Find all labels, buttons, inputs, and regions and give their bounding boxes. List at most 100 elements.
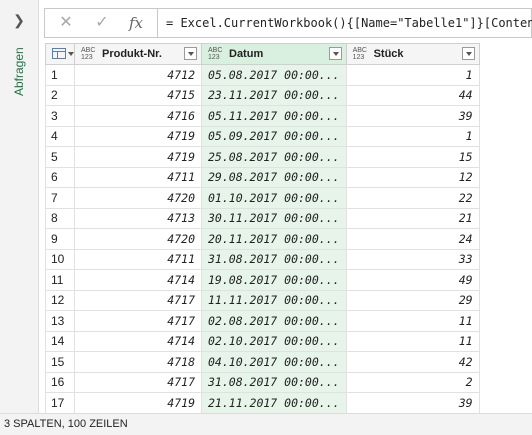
- cell-stueck[interactable]: 33: [345, 248, 480, 270]
- cell-stueck[interactable]: 29: [345, 289, 480, 311]
- column-header-produkt-nr[interactable]: ABC 123 Produkt-Nr.: [74, 43, 202, 65]
- filter-dropdown-button[interactable]: [461, 47, 475, 60]
- cell-produkt-nr[interactable]: 4711: [74, 166, 202, 188]
- cell-produkt-nr[interactable]: 4717: [74, 371, 202, 393]
- cell-stueck[interactable]: 1: [345, 125, 480, 147]
- cell-stueck[interactable]: 44: [345, 84, 480, 106]
- table-row[interactable]: 15 4718 04.10.2017 00:00... 42: [45, 351, 480, 373]
- cell-stueck[interactable]: 39: [345, 105, 480, 127]
- row-number[interactable]: 8: [45, 207, 75, 229]
- cell-produkt-nr[interactable]: 4720: [74, 187, 202, 209]
- cell-produkt-nr[interactable]: 4715: [74, 84, 202, 106]
- table-row[interactable]: 5 4719 25.08.2017 00:00... 15: [45, 146, 480, 168]
- row-number[interactable]: 12: [45, 289, 75, 311]
- cell-produkt-nr[interactable]: 4718: [74, 351, 202, 373]
- filter-dropdown-button[interactable]: [184, 47, 197, 60]
- row-number[interactable]: 2: [45, 84, 75, 106]
- cell-produkt-nr[interactable]: 4711: [74, 248, 202, 270]
- table-row[interactable]: 17 4719 21.11.2017 00:00... 39: [45, 392, 480, 413]
- cell-datum[interactable]: 30.11.2017 00:00...: [201, 207, 347, 229]
- cell-datum[interactable]: 04.10.2017 00:00...: [201, 351, 347, 373]
- cell-produkt-nr[interactable]: 4714: [74, 330, 202, 352]
- cell-datum[interactable]: 02.10.2017 00:00...: [201, 330, 347, 352]
- formula-input[interactable]: = Excel.CurrentWorkbook(){[Name="Tabelle…: [166, 16, 532, 30]
- cell-datum[interactable]: 21.11.2017 00:00...: [201, 392, 347, 413]
- type-any-icon: ABC 123: [81, 47, 96, 61]
- table-row[interactable]: 6 4711 29.08.2017 00:00... 12: [45, 166, 480, 188]
- cell-stueck[interactable]: 15: [345, 146, 480, 168]
- cell-produkt-nr[interactable]: 4719: [74, 125, 202, 147]
- cell-datum[interactable]: 19.08.2017 00:00...: [201, 269, 347, 291]
- cell-stueck[interactable]: 21: [345, 207, 480, 229]
- cell-stueck[interactable]: 11: [345, 310, 480, 332]
- cell-produkt-nr[interactable]: 4714: [74, 269, 202, 291]
- cell-stueck[interactable]: 24: [345, 228, 480, 250]
- row-number[interactable]: 17: [45, 392, 75, 413]
- cell-stueck[interactable]: 49: [345, 269, 480, 291]
- row-number[interactable]: 5: [45, 146, 75, 168]
- table-row[interactable]: 9 4720 20.11.2017 00:00... 24: [45, 228, 480, 250]
- column-label: Stück: [373, 48, 404, 60]
- table-row[interactable]: 2 4715 23.11.2017 00:00... 44: [45, 84, 480, 106]
- cell-datum[interactable]: 02.08.2017 00:00...: [201, 310, 347, 332]
- row-number[interactable]: 4: [45, 125, 75, 147]
- cell-produkt-nr[interactable]: 4719: [74, 392, 202, 413]
- cell-produkt-nr[interactable]: 4716: [74, 105, 202, 127]
- cell-stueck[interactable]: 11: [345, 330, 480, 352]
- cell-datum[interactable]: 31.08.2017 00:00...: [201, 371, 347, 393]
- column-header-datum[interactable]: ABC 123 Datum: [201, 43, 347, 65]
- queries-pane-toggle[interactable]: Abfragen: [10, 46, 26, 106]
- cancel-formula-button[interactable]: ✕: [55, 13, 77, 33]
- row-number[interactable]: 11: [45, 269, 75, 291]
- row-number[interactable]: 16: [45, 371, 75, 393]
- table-row[interactable]: 1 4712 05.08.2017 00:00... 1: [45, 64, 480, 86]
- row-number[interactable]: 7: [45, 187, 75, 209]
- table-menu-button[interactable]: [45, 43, 75, 65]
- row-number[interactable]: 1: [45, 64, 75, 86]
- cell-produkt-nr[interactable]: 4717: [74, 310, 202, 332]
- cell-datum[interactable]: 20.11.2017 00:00...: [201, 228, 347, 250]
- table-row[interactable]: 8 4713 30.11.2017 00:00... 21: [45, 207, 480, 229]
- table-row[interactable]: 16 4717 31.08.2017 00:00... 2: [45, 371, 480, 393]
- cell-produkt-nr[interactable]: 4717: [74, 289, 202, 311]
- expand-chevron-icon[interactable]: ❯: [12, 13, 26, 27]
- row-number[interactable]: 13: [45, 310, 75, 332]
- table-row[interactable]: 12 4717 11.11.2017 00:00... 29: [45, 289, 480, 311]
- row-number[interactable]: 10: [45, 248, 75, 270]
- cell-datum[interactable]: 11.11.2017 00:00...: [201, 289, 347, 311]
- table-row[interactable]: 4 4719 05.09.2017 00:00... 1: [45, 125, 480, 147]
- cell-stueck[interactable]: 12: [345, 166, 480, 188]
- cell-stueck[interactable]: 22: [345, 187, 480, 209]
- cell-datum[interactable]: 05.08.2017 00:00...: [201, 64, 347, 86]
- cell-datum[interactable]: 25.08.2017 00:00...: [201, 146, 347, 168]
- cell-datum[interactable]: 05.09.2017 00:00...: [201, 125, 347, 147]
- column-header-stueck[interactable]: ABC 123 Stück: [345, 43, 480, 65]
- cell-stueck[interactable]: 1: [345, 64, 480, 86]
- filter-dropdown-button[interactable]: [328, 47, 342, 60]
- table-row[interactable]: 3 4716 05.11.2017 00:00... 39: [45, 105, 480, 127]
- cell-stueck[interactable]: 2: [345, 371, 480, 393]
- table-row[interactable]: 14 4714 02.10.2017 00:00... 11: [45, 330, 480, 352]
- cell-stueck[interactable]: 39: [345, 392, 480, 413]
- cell-produkt-nr[interactable]: 4720: [74, 228, 202, 250]
- row-number[interactable]: 15: [45, 351, 75, 373]
- cell-datum[interactable]: 31.08.2017 00:00...: [201, 248, 347, 270]
- table-row[interactable]: 11 4714 19.08.2017 00:00... 49: [45, 269, 480, 291]
- cell-datum[interactable]: 29.08.2017 00:00...: [201, 166, 347, 188]
- table-row[interactable]: 10 4711 31.08.2017 00:00... 33: [45, 248, 480, 270]
- cell-produkt-nr[interactable]: 4719: [74, 146, 202, 168]
- confirm-formula-button[interactable]: ✓: [91, 13, 113, 33]
- cell-datum[interactable]: 23.11.2017 00:00...: [201, 84, 347, 106]
- insert-function-button[interactable]: fx: [125, 13, 147, 33]
- table-row[interactable]: 13 4717 02.08.2017 00:00... 11: [45, 310, 480, 332]
- row-number[interactable]: 9: [45, 228, 75, 250]
- row-number[interactable]: 14: [45, 330, 75, 352]
- table-row[interactable]: 7 4720 01.10.2017 00:00... 22: [45, 187, 480, 209]
- cell-stueck[interactable]: 42: [345, 351, 480, 373]
- cell-produkt-nr[interactable]: 4713: [74, 207, 202, 229]
- cell-datum[interactable]: 01.10.2017 00:00...: [201, 187, 347, 209]
- cell-produkt-nr[interactable]: 4712: [74, 64, 202, 86]
- cell-datum[interactable]: 05.11.2017 00:00...: [201, 105, 347, 127]
- row-number[interactable]: 6: [45, 166, 75, 188]
- row-number[interactable]: 3: [45, 105, 75, 127]
